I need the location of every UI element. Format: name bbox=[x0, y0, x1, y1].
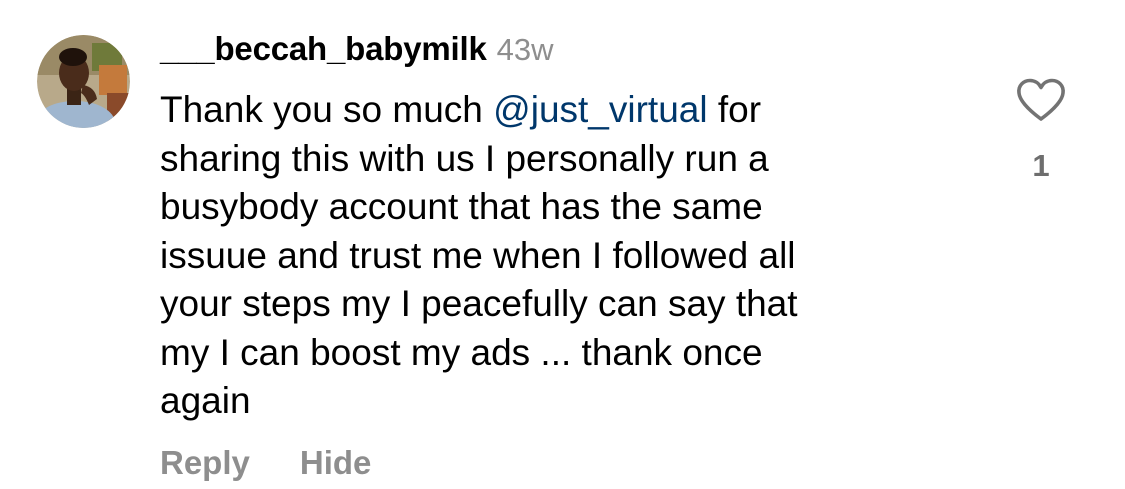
username[interactable]: ___beccah_babymilk bbox=[160, 30, 487, 68]
comment-actions: Reply Hide bbox=[160, 444, 371, 482]
mention-link[interactable]: @just_virtual bbox=[493, 89, 707, 130]
like-count: 1 bbox=[1032, 148, 1050, 183]
comment-header: ___beccah_babymilk 43w bbox=[160, 30, 553, 76]
comment-item: ___beccah_babymilk 43w Thank you so much… bbox=[0, 0, 1125, 489]
heart-outline-icon bbox=[1017, 78, 1065, 121]
comment-text-rest: for sharing this with us I personally ru… bbox=[160, 89, 798, 421]
timestamp[interactable]: 43w bbox=[497, 32, 554, 68]
avatar[interactable] bbox=[37, 35, 130, 128]
like-button[interactable] bbox=[1016, 78, 1066, 122]
comment-text-start: Thank you so much bbox=[160, 89, 494, 130]
reply-button[interactable]: Reply bbox=[160, 444, 250, 482]
hide-button[interactable]: Hide bbox=[300, 444, 372, 482]
comment-text: Thank you so much @just_virtual for shar… bbox=[160, 86, 960, 426]
avatar-photo bbox=[37, 35, 130, 128]
